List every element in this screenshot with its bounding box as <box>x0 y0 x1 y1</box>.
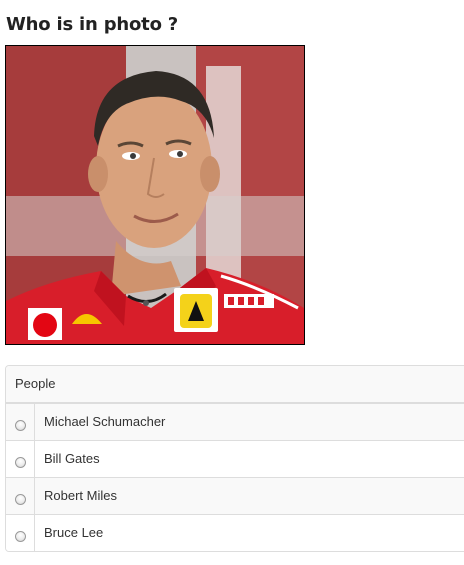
radio-cell <box>6 404 35 440</box>
option-row-robert-miles[interactable]: Robert Miles <box>6 477 464 514</box>
radio-button-bill-gates[interactable] <box>14 456 26 468</box>
option-row-bruce-lee[interactable]: Bruce Lee <box>6 514 464 551</box>
question-photo <box>5 45 305 345</box>
option-label[interactable]: Bill Gates <box>35 441 100 477</box>
option-row-michael-schumacher[interactable]: Michael Schumacher <box>6 403 464 440</box>
radio-cell <box>6 441 35 477</box>
option-label[interactable]: Michael Schumacher <box>35 404 165 440</box>
radio-cell <box>6 515 35 551</box>
radio-button-michael-schumacher[interactable] <box>14 419 26 431</box>
option-row-bill-gates[interactable]: Bill Gates <box>6 440 464 477</box>
option-label[interactable]: Robert Miles <box>35 478 117 514</box>
radio-button-robert-miles[interactable] <box>14 493 26 505</box>
table-header: People <box>6 366 464 403</box>
option-label[interactable]: Bruce Lee <box>35 515 103 551</box>
radio-cell <box>6 478 35 514</box>
portrait-photo <box>6 46 304 344</box>
radio-button-bruce-lee[interactable] <box>14 530 26 542</box>
question-title: Who is in photo ? <box>6 14 179 35</box>
options-table: People Michael Schumacher Bill Gates Rob… <box>5 365 464 552</box>
